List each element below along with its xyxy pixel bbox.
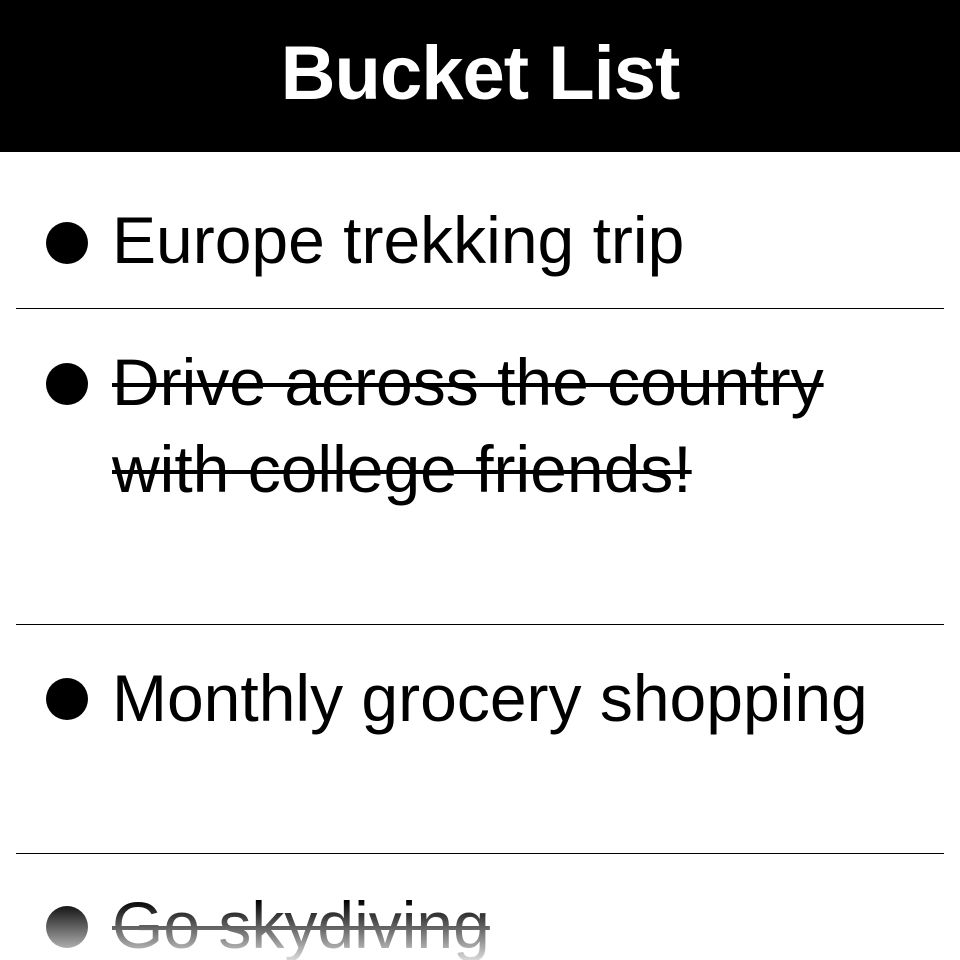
- list-item[interactable]: Europe trekking trip: [16, 152, 944, 309]
- page-title: Bucket List: [280, 31, 681, 116]
- bullet-dot-icon: [46, 906, 88, 948]
- bullet-dot-icon: [46, 222, 88, 264]
- app-header: Bucket List: [0, 0, 960, 152]
- list-item-label: Monthly grocery shopping: [112, 661, 868, 735]
- list-item-label: Go skydiving: [112, 888, 490, 960]
- list-item-label: Drive across the country with college fr…: [112, 345, 824, 506]
- bullet-dot-icon: [46, 678, 88, 720]
- list-item[interactable]: Monthly grocery shopping: [16, 625, 944, 854]
- list-item[interactable]: Drive across the country with college fr…: [16, 309, 944, 625]
- list-item-label: Europe trekking trip: [112, 203, 685, 277]
- bucket-list: Europe trekking trip Drive across the co…: [0, 152, 960, 960]
- bullet-dot-icon: [46, 363, 88, 405]
- list-item[interactable]: Go skydiving: [16, 854, 944, 960]
